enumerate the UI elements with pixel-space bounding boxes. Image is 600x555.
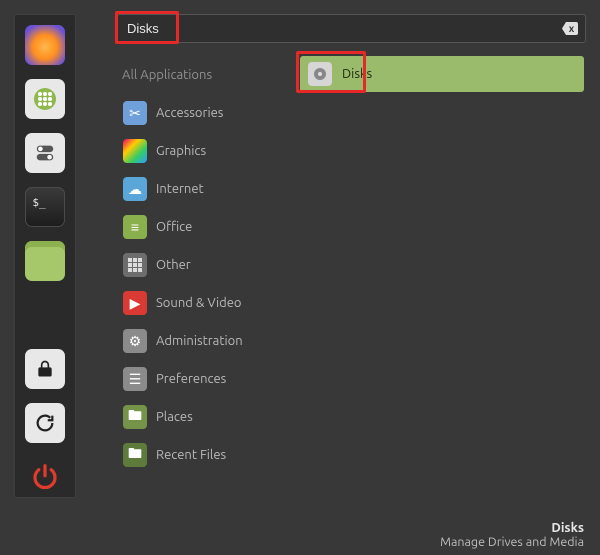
category-places[interactable]: 🖿 Places	[117, 398, 293, 436]
category-other[interactable]: Other	[117, 246, 293, 284]
clear-search-icon[interactable]: x	[562, 22, 578, 35]
gear-icon: ⚙	[123, 329, 147, 353]
category-label: Graphics	[156, 144, 206, 158]
categories-header-label: All Applications	[122, 68, 212, 82]
app-tooltip: Disks Manage Drives and Media	[440, 521, 584, 549]
palette-icon	[123, 139, 147, 163]
search-bar: x	[117, 14, 586, 43]
dock: $_	[14, 14, 76, 498]
app-tooltip-desc: Manage Drives and Media	[440, 535, 584, 549]
categories-list: All Applications ✂ Accessories Graphics …	[117, 56, 293, 474]
switcher-icon[interactable]	[25, 133, 65, 173]
power-icon[interactable]	[25, 457, 65, 497]
folder-clock-icon: 🖿	[123, 443, 147, 467]
folder-icon: 🖿	[123, 405, 147, 429]
category-preferences[interactable]: ☰ Preferences	[117, 360, 293, 398]
category-label: Office	[156, 220, 192, 234]
category-recent-files[interactable]: 🖿 Recent Files	[117, 436, 293, 474]
logout-icon[interactable]	[25, 403, 65, 443]
category-internet[interactable]: ☁ Internet	[117, 170, 293, 208]
category-administration[interactable]: ⚙ Administration	[117, 322, 293, 360]
firefox-icon[interactable]	[25, 25, 65, 65]
result-label: Disks	[342, 67, 372, 81]
files-icon[interactable]	[25, 241, 65, 281]
search-input[interactable]	[127, 21, 562, 36]
category-label: Sound & Video	[156, 296, 242, 310]
result-disks[interactable]: Disks	[300, 56, 584, 92]
lock-icon[interactable]	[25, 349, 65, 389]
category-label: Internet	[156, 182, 204, 196]
page-icon: ≡	[123, 215, 147, 239]
category-sound-video[interactable]: ▶ Sound & Video	[117, 284, 293, 322]
category-office[interactable]: ≡ Office	[117, 208, 293, 246]
category-label: Places	[156, 410, 193, 424]
category-label: Other	[156, 258, 191, 272]
category-label: Accessories	[156, 106, 223, 120]
terminal-icon[interactable]: $_	[25, 187, 65, 227]
category-accessories[interactable]: ✂ Accessories	[117, 94, 293, 132]
results-list: Disks	[300, 56, 584, 92]
categories-header[interactable]: All Applications	[117, 56, 293, 94]
category-label: Preferences	[156, 372, 226, 386]
app-grid-icon[interactable]	[25, 79, 65, 119]
grid-icon	[123, 253, 147, 277]
scissors-icon: ✂	[123, 101, 147, 125]
sliders-icon: ☰	[123, 367, 147, 391]
category-graphics[interactable]: Graphics	[117, 132, 293, 170]
disk-icon	[308, 62, 332, 86]
globe-icon: ☁	[123, 177, 147, 201]
app-tooltip-title: Disks	[440, 521, 584, 535]
category-label: Recent Files	[156, 448, 226, 462]
play-icon: ▶	[123, 291, 147, 315]
category-label: Administration	[156, 334, 243, 348]
